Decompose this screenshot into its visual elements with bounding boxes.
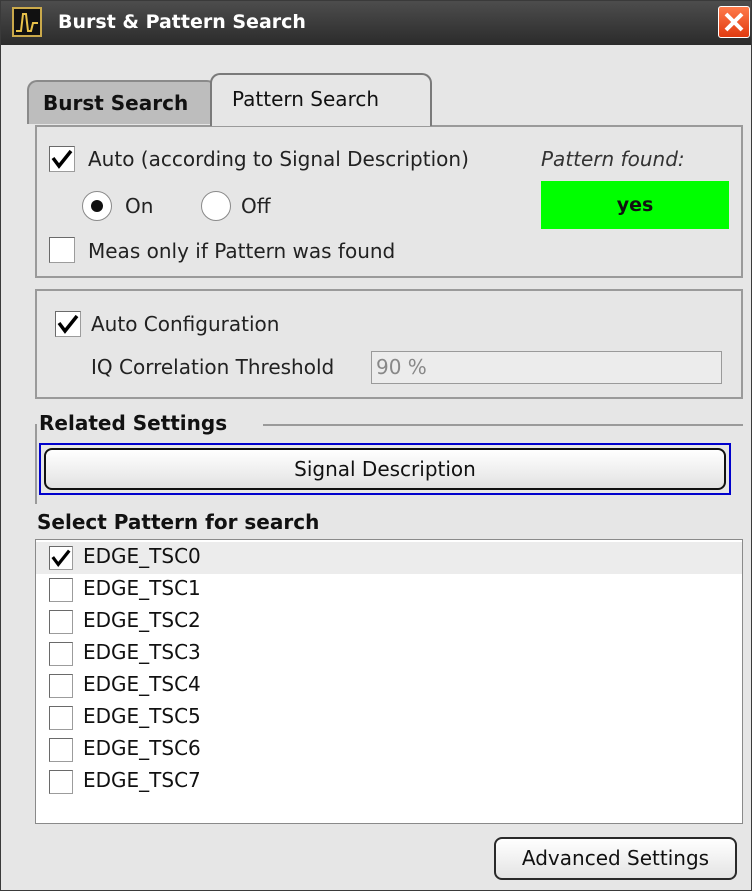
pattern-checkbox[interactable] <box>49 770 73 794</box>
pattern-found-indicator: yes <box>541 181 729 229</box>
threshold-label: IQ Correlation Threshold <box>91 355 335 379</box>
radio-selected-dot <box>91 200 103 212</box>
pattern-checkbox[interactable] <box>49 674 73 698</box>
pattern-label: EDGE_TSC1 <box>83 576 201 600</box>
close-icon[interactable] <box>718 6 750 38</box>
pattern-label: EDGE_TSC5 <box>83 704 201 728</box>
pattern-checkbox[interactable] <box>49 578 73 602</box>
radio-on[interactable] <box>82 191 112 221</box>
meas-only-label: Meas only if Pattern was found <box>88 239 396 263</box>
list-item[interactable]: EDGE_TSC2 <box>36 606 742 638</box>
pattern-label: EDGE_TSC6 <box>83 736 201 760</box>
related-divider <box>263 424 743 426</box>
signal-description-focus: Signal Description <box>39 443 731 495</box>
signal-description-button[interactable]: Signal Description <box>44 448 726 490</box>
list-item[interactable]: EDGE_TSC3 <box>36 638 742 670</box>
threshold-field[interactable]: 90 % <box>371 351 722 384</box>
radio-off[interactable] <box>201 191 231 221</box>
pattern-checkbox[interactable] <box>49 642 73 666</box>
radio-off-label: Off <box>241 194 271 218</box>
list-item[interactable]: EDGE_TSC1 <box>36 574 742 606</box>
pattern-checkbox[interactable] <box>49 738 73 762</box>
pattern-label: EDGE_TSC3 <box>83 640 201 664</box>
pattern-list-heading: Select Pattern for search <box>37 510 320 534</box>
signal-burst-icon <box>12 7 42 37</box>
tab-pattern-search[interactable]: Pattern Search <box>210 73 432 126</box>
pattern-label: EDGE_TSC4 <box>83 672 201 696</box>
pattern-checkbox[interactable] <box>49 706 73 730</box>
burst-pattern-search-dialog: Burst & Pattern Search Burst Search Patt… <box>0 0 752 891</box>
pattern-label: EDGE_TSC7 <box>83 768 201 792</box>
pattern-found-label: Pattern found: <box>541 147 685 171</box>
list-item[interactable]: EDGE_TSC0 <box>36 542 742 574</box>
list-item[interactable]: EDGE_TSC6 <box>36 734 742 766</box>
window-title: Burst & Pattern Search <box>58 11 306 33</box>
pattern-label: EDGE_TSC2 <box>83 608 201 632</box>
list-item[interactable]: EDGE_TSC4 <box>36 670 742 702</box>
pattern-label: EDGE_TSC0 <box>83 544 201 568</box>
related-frame <box>35 424 37 504</box>
advanced-settings-button[interactable]: Advanced Settings <box>494 837 737 880</box>
auto-label: Auto (according to Signal Description) <box>88 147 469 171</box>
list-item[interactable]: EDGE_TSC7 <box>36 766 742 798</box>
auto-configuration-label: Auto Configuration <box>91 312 280 336</box>
tab-burst-search[interactable]: Burst Search <box>27 80 217 124</box>
pattern-checkbox[interactable] <box>49 546 73 570</box>
pattern-checkbox[interactable] <box>49 610 73 634</box>
meas-only-checkbox[interactable] <box>49 237 75 263</box>
auto-checkbox[interactable] <box>49 146 75 172</box>
related-settings-heading: Related Settings <box>39 411 228 435</box>
radio-on-label: On <box>125 194 154 218</box>
pattern-list[interactable]: EDGE_TSC0 EDGE_TSC1 EDGE_TSC2 EDGE_TSC3 … <box>35 539 743 824</box>
title-bar[interactable]: Burst & Pattern Search <box>1 1 751 45</box>
auto-configuration-checkbox[interactable] <box>55 311 81 337</box>
list-item[interactable]: EDGE_TSC5 <box>36 702 742 734</box>
